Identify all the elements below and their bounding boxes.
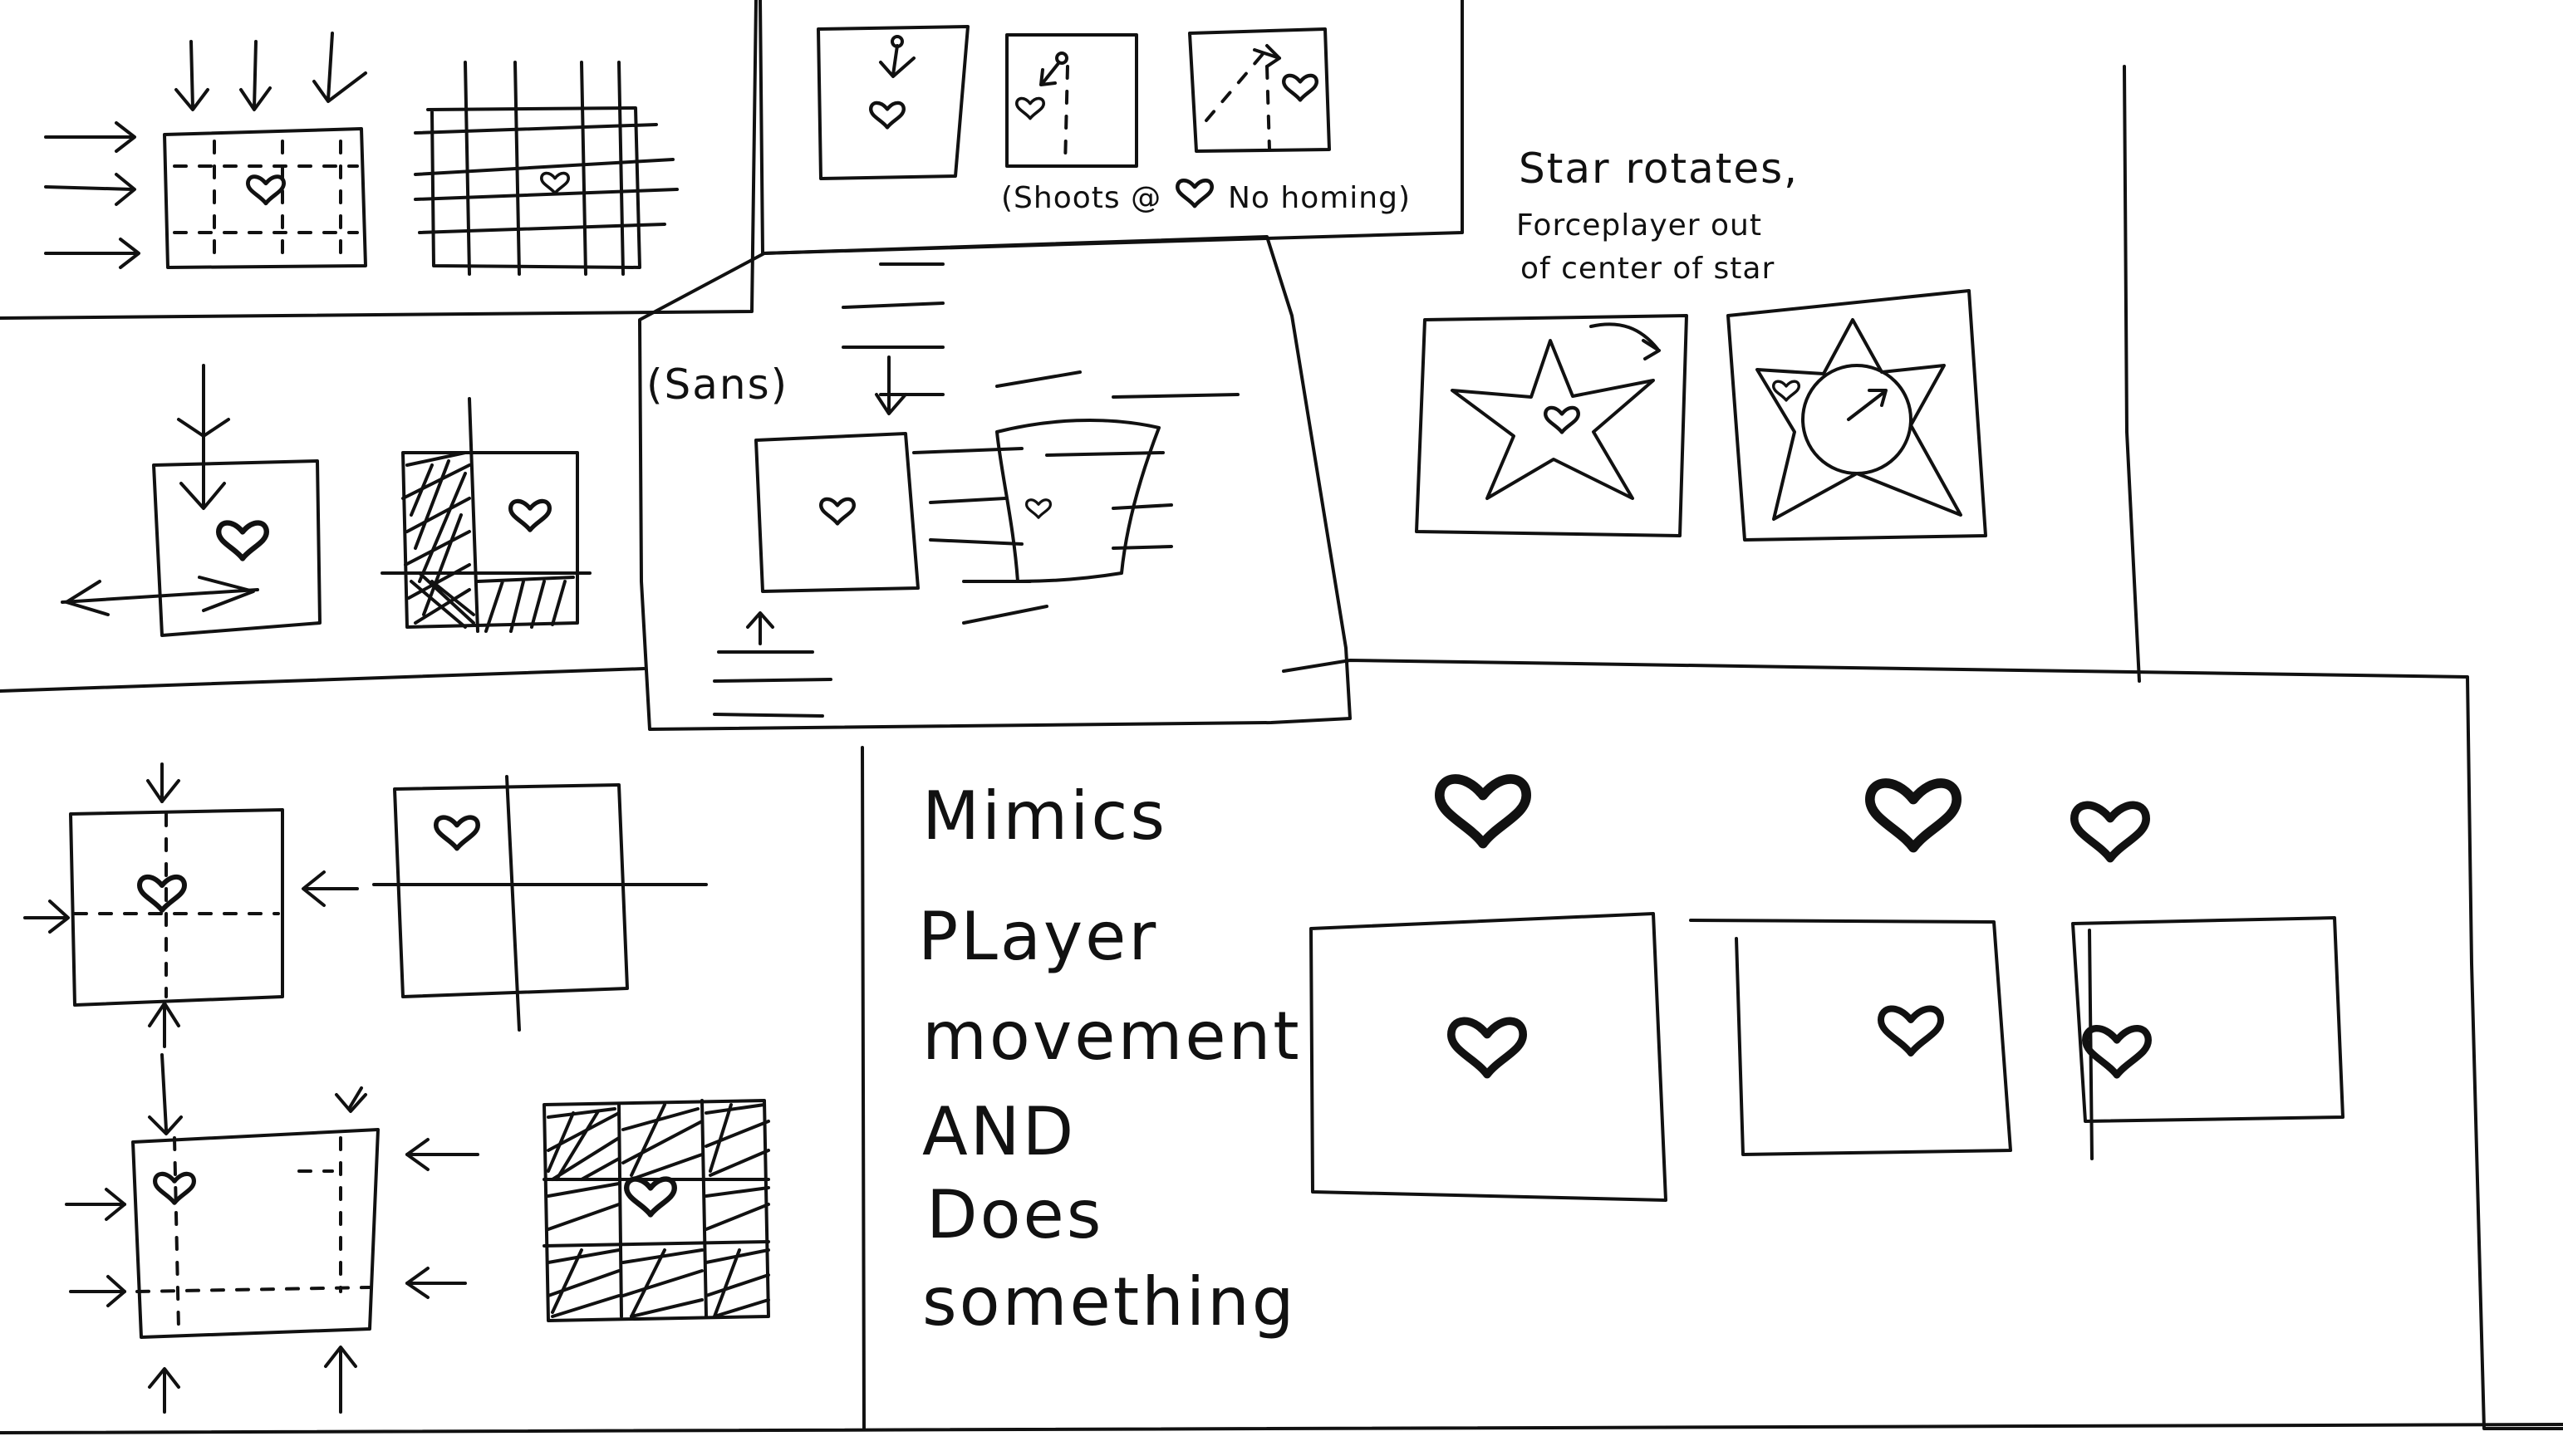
heart-icon	[539, 171, 571, 195]
heart-icon	[2074, 805, 2146, 858]
mimics-note-line6: something	[922, 1263, 1297, 1341]
heart-icon	[1024, 498, 1053, 519]
arena-box	[163, 127, 367, 269]
star-note-line3: of center of star	[1520, 252, 1775, 286]
arrow-icon	[44, 121, 140, 269]
heart-icon	[821, 499, 854, 523]
hatched-region	[401, 451, 575, 633]
shoots-note-tail: No homing)	[1228, 181, 1411, 215]
heart-icon	[1545, 408, 1579, 432]
heart-icon	[1881, 1008, 1941, 1053]
sketch-canvas: (Shoots @ No homing) (Sans) Star rotates…	[0, 0, 2563, 1434]
panel-mimics: Mimics PLayer movement AND Does somethin…	[918, 777, 2345, 1341]
heart-icon	[1284, 76, 1317, 100]
heart-icon	[1771, 380, 1801, 402]
arrow-icon	[174, 32, 367, 111]
mimics-note-line4: AND	[922, 1093, 1076, 1170]
panel-shooter: (Shoots @ No homing)	[817, 25, 1411, 215]
panel-arrows-grid	[44, 32, 367, 269]
star-note-line1: Star rotates,	[1519, 145, 1799, 193]
star-note-line2: Forceplayer out	[1516, 208, 1762, 243]
heart-icon	[511, 501, 550, 530]
heart-icon	[1451, 1021, 1523, 1074]
panel-line-grid	[414, 61, 679, 276]
mimics-note-line1: Mimics	[922, 777, 1167, 855]
heart-icon	[436, 817, 478, 848]
heart-icon	[1870, 783, 1957, 848]
panel-bottom-left	[23, 762, 770, 1414]
mimics-note-line3: movement	[922, 998, 1302, 1075]
heart-icon	[2085, 1028, 2148, 1075]
heart-icon	[140, 877, 184, 910]
mimics-note-line5: Does	[926, 1176, 1103, 1253]
arena-box	[152, 459, 322, 637]
hatched-region	[547, 1103, 770, 1318]
star-icon	[1755, 318, 1962, 521]
panel-star: Star rotates, Forceplayer out of center …	[1415, 145, 1987, 542]
heart-icon	[1177, 180, 1211, 206]
arena-box	[754, 432, 920, 593]
panel-split	[61, 364, 592, 637]
sans-label: (Sans)	[646, 360, 788, 409]
heart-icon	[1440, 779, 1526, 844]
heart-icon	[248, 177, 283, 203]
heart-icon	[626, 1179, 675, 1215]
mimics-note-line2: PLayer	[918, 898, 1158, 975]
shoots-note: (Shoots @	[1001, 181, 1161, 215]
arena-box	[69, 808, 284, 1007]
arena-box	[1309, 912, 1667, 1202]
heart-icon	[218, 523, 267, 559]
heart-icon	[1015, 96, 1045, 120]
star-icon	[1451, 339, 1655, 500]
arena-box	[131, 1128, 380, 1339]
heart-icon	[871, 103, 904, 127]
